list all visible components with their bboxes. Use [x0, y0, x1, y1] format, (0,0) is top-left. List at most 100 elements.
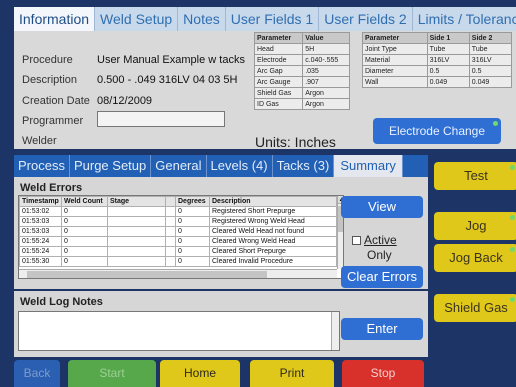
table-row: Joint Type Tube Tube	[362, 43, 513, 55]
cell: 01:55:24	[19, 236, 62, 247]
cell	[107, 236, 166, 247]
cell: Diameter	[362, 65, 428, 77]
cell: Arc Gauge	[253, 76, 304, 88]
print-button[interactable]: Print	[250, 360, 334, 387]
table-row[interactable]: 01:53:03 0 0 Registered Wrong Weld Head	[19, 216, 337, 227]
jog-back-button[interactable]: Jog Back	[434, 244, 516, 272]
stop-button[interactable]: Stop	[342, 360, 424, 387]
status-indicator-icon	[510, 165, 515, 170]
weld-errors-table: Timestamp Weld Count Stage Degrees Descr…	[19, 196, 337, 267]
table-row: Shield Gas Argon	[253, 87, 350, 99]
test-button[interactable]: Test	[434, 162, 516, 190]
only-label: Only	[367, 248, 392, 262]
cell: 0.049	[426, 76, 470, 88]
vertical-scrollbar[interactable]	[331, 312, 339, 350]
status-indicator-icon	[510, 215, 515, 220]
table-header: Timestamp	[19, 196, 62, 207]
shield-gas-label: Shield Gas	[444, 300, 508, 315]
cell	[107, 216, 166, 227]
tab-summary[interactable]: Summary	[334, 155, 403, 177]
cell: 01:53:03	[19, 216, 62, 227]
jog-label: Jog	[465, 218, 487, 233]
weld-errors-title: Weld Errors	[20, 182, 83, 194]
cell: 0	[61, 256, 108, 267]
tab-notes[interactable]: Notes	[178, 7, 226, 31]
tab-general[interactable]: General	[151, 155, 207, 177]
cell: 316LV	[468, 54, 513, 66]
tab-process[interactable]: Process	[14, 155, 70, 177]
cell	[107, 206, 166, 217]
home-button[interactable]: Home	[160, 360, 240, 387]
table-row[interactable]: 01:53:02 0 0 Registered Short Prepurge	[19, 206, 337, 217]
tab-tacks[interactable]: Tacks (3)	[273, 155, 335, 177]
electrode-change-button[interactable]: Electrode Change	[373, 118, 501, 144]
welder-label: Welder	[22, 135, 57, 147]
tab-weld-setup[interactable]: Weld Setup	[95, 7, 179, 31]
cell: Cleared Invalid Procedure	[209, 256, 337, 267]
back-button[interactable]: Back	[14, 360, 60, 387]
cell	[165, 226, 176, 237]
cell: 0	[61, 206, 108, 217]
cell: Argon	[302, 87, 350, 99]
start-button[interactable]: Start	[68, 360, 156, 387]
tab-information[interactable]: Information	[14, 7, 96, 31]
table-row[interactable]: 01:55:30 0 0 Cleared Invalid Procedure	[19, 256, 337, 267]
weld-log-notes-title: Weld Log Notes	[20, 296, 103, 308]
cell: ID Gas	[253, 98, 304, 110]
table-row[interactable]: 01:53:03 0 0 Cleared Weld Head not found	[19, 226, 337, 237]
cell: 0.5	[426, 65, 470, 77]
table-row: Wall 0.049 0.049	[362, 76, 513, 88]
units-label: Units: Inches	[255, 134, 336, 150]
cell: 316LV	[426, 54, 470, 66]
table-row: Material 316LV 316LV	[362, 54, 513, 66]
cell: Argon	[302, 98, 350, 110]
creation-date-label: Creation Date	[22, 95, 90, 107]
checkbox-icon[interactable]	[352, 236, 361, 246]
status-indicator-icon	[510, 247, 515, 252]
programmer-field[interactable]	[97, 111, 225, 127]
table-header: Parameter	[253, 32, 304, 44]
cell: Material	[362, 54, 428, 66]
cell: Arc Gap	[253, 65, 304, 77]
tab-limits-tolerances[interactable]: Limits / Tolerances	[413, 7, 516, 31]
procedure-label: Procedure	[22, 54, 73, 66]
cell: 01:55:24	[19, 246, 62, 257]
head-parameter-table: Parameter Value Head 5H Electrode c.040-.5…	[253, 32, 350, 110]
cell: Shield Gas	[253, 87, 304, 99]
table-header: Side 1	[426, 32, 470, 44]
table-header: Description	[209, 196, 337, 207]
creation-date-value: 08/12/2009	[97, 95, 153, 107]
scrollbar-thumb[interactable]	[27, 271, 267, 278]
weld-log-notes-input[interactable]	[18, 311, 340, 351]
tab-levels[interactable]: Levels (4)	[207, 155, 273, 177]
cell: Tube	[426, 43, 470, 55]
jog-button[interactable]: Jog	[434, 212, 516, 240]
table-header: Parameter	[362, 32, 428, 44]
active-only-checkbox[interactable]: Active	[352, 233, 397, 247]
cell: Head	[253, 43, 304, 55]
horizontal-scrollbar[interactable]	[19, 269, 337, 278]
table-row: Head 5H	[253, 43, 350, 55]
cell: Registered Short Prepurge	[209, 206, 337, 217]
cell: 0	[175, 236, 210, 247]
cell: 01:53:03	[19, 226, 62, 237]
table-header: Stage	[107, 196, 166, 207]
tab-purge-setup[interactable]: Purge Setup	[70, 155, 152, 177]
side-parameter-table: Parameter Side 1 Side 2 Joint Type Tube Tu…	[362, 32, 513, 88]
description-value: 0.500 - .049 316LV 04 03 5H	[97, 74, 238, 86]
cell: 0	[61, 246, 108, 257]
cell	[165, 246, 176, 257]
view-button[interactable]: View	[341, 196, 423, 218]
shield-gas-button[interactable]: Shield Gas	[434, 294, 516, 322]
table-row[interactable]: 01:55:24 0 0 Cleared Short Prepurge	[19, 246, 337, 257]
tab-user-fields-1[interactable]: User Fields 1	[226, 7, 320, 31]
weld-errors-list[interactable]: Timestamp Weld Count Stage Degrees Descr…	[18, 195, 344, 279]
table-row: ID Gas Argon	[253, 98, 350, 110]
main-tab-bar: Information Weld Setup Notes User Fields…	[14, 7, 516, 31]
tab-user-fields-2[interactable]: User Fields 2	[319, 7, 413, 31]
clear-errors-button[interactable]: Clear Errors	[341, 266, 423, 288]
test-label: Test	[464, 168, 488, 183]
enter-button[interactable]: Enter	[341, 318, 423, 340]
table-row[interactable]: 01:55:24 0 0 Cleared Wrong Weld Head	[19, 236, 337, 247]
cell: Tube	[468, 43, 513, 55]
